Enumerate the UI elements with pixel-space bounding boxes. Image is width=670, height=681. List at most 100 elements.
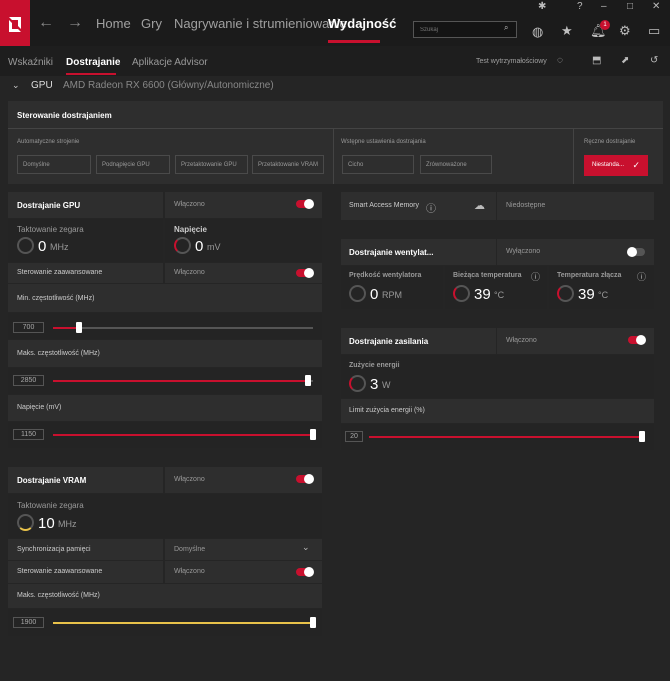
reset-icon[interactable]: ↺ [650,55,658,66]
info-icon[interactable]: ⓘ [637,270,646,283]
fan-tuning-toggle-cell: Wyłączono [497,239,654,265]
gpu-clock-unit: MHz [50,242,69,252]
voltage-mv-handle[interactable] [310,429,316,440]
close-icon[interactable]: ✕ [652,1,660,12]
info-icon[interactable]: ⓘ [426,200,436,215]
min-freq-label: Min. częstotliwość (MHz) [17,295,95,302]
tab-tuning[interactable]: Dostrajanie [66,57,120,68]
forward-arrow-icon[interactable]: → [67,14,83,32]
memory-sync-value: Domyślne [174,546,206,553]
stress-test-link[interactable]: Test wytrzymałościowy [476,58,547,65]
search-input[interactable] [413,21,517,38]
power-limit-handle[interactable] [639,431,645,442]
search-icon[interactable]: ⌕ [504,23,508,33]
loading-icon[interactable]: ◌ [557,55,563,66]
power-limit-fill [369,436,642,438]
maximize-icon[interactable]: □ [627,1,633,12]
tab-recording[interactable]: Nagrywanie i strumieniowanie [174,16,347,31]
quiet-button[interactable]: Cicho [342,155,414,174]
vram-advanced-toggle[interactable] [296,567,314,577]
gpu-tuning-title: Dostrajanie GPU [17,201,81,210]
star-icon[interactable]: ★ [561,23,573,39]
gpu-tuning-state: Włączono [174,201,205,208]
min-freq-value[interactable]: 700 [13,322,44,333]
memory-sync-dropdown[interactable]: Domyślne ⌄ [165,539,322,560]
power-usage-gauge [349,375,366,392]
vram-max-freq-value[interactable]: 1900 [13,617,44,628]
amd-logo[interactable] [0,0,30,46]
tab-performance[interactable]: Wydajność [328,16,396,31]
minimize-icon[interactable]: – [601,1,607,12]
sam-cell: Smart Access Memory ⓘ ☁ [341,192,496,220]
min-freq-handle[interactable] [76,322,82,333]
tab-metrics[interactable]: Wskaźniki [8,57,53,68]
fan-speed-gauge [349,285,366,302]
power-usage-label: Zużycie energii [349,362,400,369]
tab-games[interactable]: Gry [141,16,162,31]
tab-home[interactable]: Home [96,16,131,31]
voltage-mv-value[interactable]: 1150 [13,429,44,440]
export-icon[interactable]: ⬈ [621,55,629,66]
vram-advanced-toggle-cell: Włączono [165,561,322,583]
tuning-control-title: Sterowanie dostrajaniem [17,111,112,120]
vram-clock-unit: MHz [58,519,77,529]
notification-badge: 1 [600,20,610,30]
balanced-button[interactable]: Zrównoważone [420,155,492,174]
globe-icon[interactable]: ◍ [532,24,543,40]
junction-temp-value: 39 [578,286,595,303]
min-freq-track[interactable] [53,327,313,329]
max-freq-value[interactable]: 2850 [13,375,44,386]
sub-navigation: Wskaźniki Dostrajanie Aplikacje Advisor … [0,46,670,76]
overclock-gpu-button[interactable]: Przetaktowanie GPU [175,155,248,174]
gpu-label: GPU [31,80,53,91]
power-limit-value[interactable]: 20 [345,431,363,442]
gpu-clock-value: 0 [38,238,47,255]
overclock-vram-button[interactable]: Przetaktowanie VRAM [252,155,324,174]
power-tuning-toggle-cell: Włączono [497,328,654,354]
sam-value-cell: Niedostępne [497,192,654,220]
gpu-advanced-toggle-cell: Włączono [165,263,322,283]
power-usage-unit: W [382,380,391,390]
chevron-down-icon: ⌄ [12,80,20,90]
power-limit-label: Limit zużycia energii (%) [349,407,425,414]
gpu-voltage-cell: Napięcie 0 mV [165,219,322,262]
undervolt-gpu-button[interactable]: Podnąpięcie GPU [96,155,170,174]
gpu-tuning-toggle-cell: Włączono [165,192,322,218]
save-icon[interactable]: ⬒ [592,55,601,66]
gpu-tuning-toggle[interactable] [296,199,314,209]
custom-button[interactable]: Niestanda... ✓ [584,155,648,176]
gpu-clock-gauge [17,237,34,254]
fan-tuning-header: Dostrajanie wentylat... [341,239,496,265]
current-temp-value: 39 [474,286,491,303]
gpu-selector[interactable]: ⌄ GPU AMD Radeon RX 6600 (Główny/Autonom… [0,76,670,96]
power-tuning-toggle[interactable] [628,335,646,345]
back-arrow-icon[interactable]: ← [38,14,54,32]
vram-max-freq-handle[interactable] [310,617,316,628]
preset-label: Wstępne ustawienia dostrajania [341,139,426,145]
bug-icon[interactable]: ✱ [538,1,546,12]
vram-advanced-state: Włączono [174,568,205,575]
custom-button-label: Niestanda... [592,162,625,168]
vram-clock-label: Taktowanie zegara [17,501,84,510]
gpu-advanced-toggle[interactable] [296,268,314,278]
fan-tuning-title: Dostrajanie wentylat... [349,248,434,257]
max-freq-handle[interactable] [304,375,311,386]
top-bar: ← → Home Gry Nagrywanie i strumieniowani… [0,0,670,46]
sam-label: Smart Access Memory [349,202,420,209]
junction-temp-gauge [557,285,574,302]
voltage-mv-slider-row: 1150 [8,422,322,448]
tab-advisor[interactable]: Aplikacje Advisor [132,57,208,68]
power-limit-header: Limit zużycia energii (%) [341,399,654,423]
display-icon[interactable]: ▭ [648,23,660,39]
help-icon[interactable]: ? [577,1,583,12]
gear-icon[interactable]: ⚙ [619,23,631,39]
active-tab-indicator [328,40,380,43]
sam-value: Niedostępne [506,202,546,209]
fan-speed-label: Prędkość wentylatora [349,272,422,279]
power-usage-value: 3 [370,376,379,393]
vram-tuning-toggle[interactable] [296,474,314,484]
default-button[interactable]: Domyślne [17,155,91,174]
fan-tuning-toggle[interactable] [627,247,645,257]
info-icon[interactable]: ⓘ [531,270,540,283]
vram-tuning-header: Dostrajanie VRAM [8,467,163,493]
